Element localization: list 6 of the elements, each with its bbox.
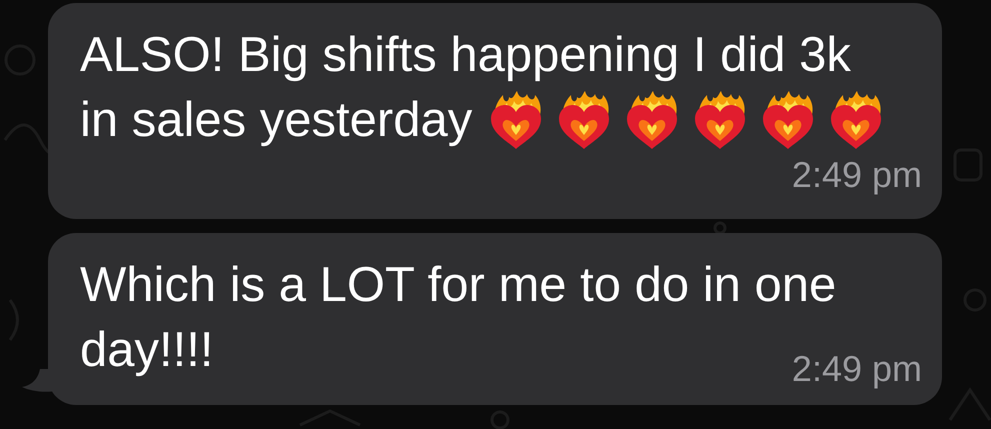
message-time: 2:49 pm xyxy=(792,347,922,391)
message-text: Which is a LOT for me to do in one xyxy=(80,258,836,312)
message-text: ALSO! Big shifts happening I did 3k xyxy=(80,28,851,82)
message-text: in sales yesterday xyxy=(80,92,472,149)
message-time: 2:49 pm xyxy=(792,153,922,197)
message-text: day!!!! xyxy=(80,322,214,379)
